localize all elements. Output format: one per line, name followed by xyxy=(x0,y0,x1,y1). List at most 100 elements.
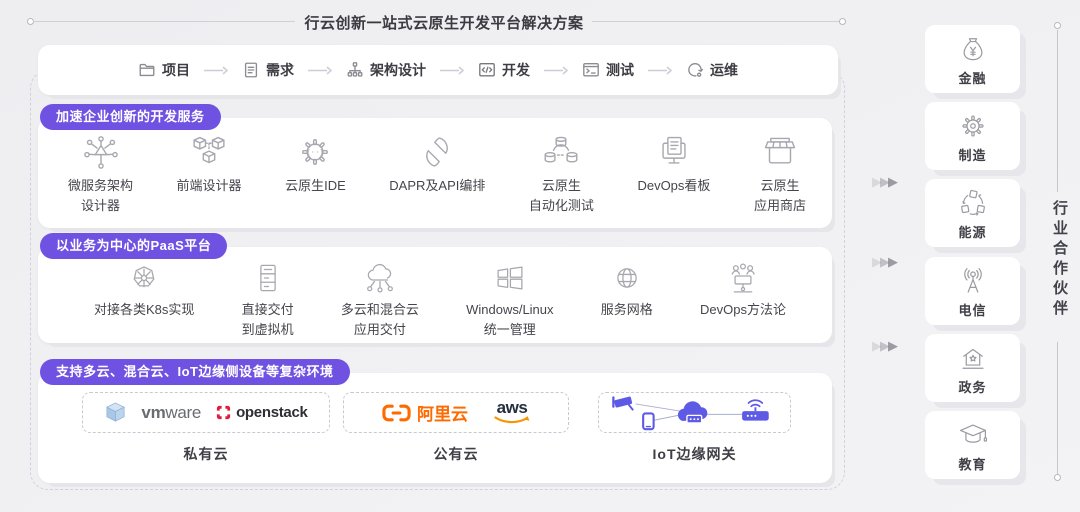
flow-arrows-icon: ▶▶▶ xyxy=(872,254,896,270)
line-end-dot xyxy=(1054,22,1061,29)
camera-icon xyxy=(612,396,632,409)
industry-card-energy: 能源 xyxy=(925,179,1020,247)
aws-logo: aws xyxy=(494,399,530,426)
workflow-step-label: 运维 xyxy=(710,60,738,80)
partner-line-top xyxy=(1057,30,1058,192)
env-label: IoT边缘网关 xyxy=(598,444,791,464)
workflow-step-architecture: 架构设计 xyxy=(346,60,426,80)
feature-frontend-designer: 前端设计器 xyxy=(177,131,242,196)
openstack-logo: openstack xyxy=(215,404,308,421)
feature-app-store: 云原生 应用商店 xyxy=(754,131,806,215)
team-board-icon xyxy=(724,259,762,297)
public-cloud-box: 阿里云 aws xyxy=(343,392,569,433)
feature-devops-methodology: DevOps方法论 xyxy=(700,259,786,320)
gear-code-icon: {··} xyxy=(294,131,336,173)
industry-card-manufacturing: 制造 xyxy=(925,102,1020,170)
cubes-icon xyxy=(188,131,230,173)
title-line-left xyxy=(33,21,295,22)
aws-swoosh-icon xyxy=(494,416,530,426)
cloud-nodes-icon xyxy=(361,259,399,297)
feature-devops-board: DevOps看板 xyxy=(637,131,710,196)
line-end-dot xyxy=(1054,474,1061,481)
feature-label: 微服务架构 设计器 xyxy=(68,176,133,215)
code-window-icon xyxy=(478,61,496,79)
workflow-step-label: 架构设计 xyxy=(370,60,426,80)
feature-cloud-native-ide: {··} 云原生IDE xyxy=(285,131,346,196)
feature-label: DevOps看板 xyxy=(637,176,710,196)
kanban-monitor-icon xyxy=(653,131,695,173)
folder-icon xyxy=(138,61,156,79)
partner-line-bottom xyxy=(1057,342,1058,474)
router-icon xyxy=(742,400,769,420)
phone-icon xyxy=(643,413,653,429)
antenna-icon xyxy=(956,264,990,298)
industry-label: 金融 xyxy=(958,68,986,87)
globe-icon xyxy=(608,259,646,297)
workflow-step-requirements: 需求 xyxy=(242,60,294,80)
k8s-wheel-icon xyxy=(125,259,163,297)
server-icon xyxy=(249,259,287,297)
aliyun-logo: 阿里云 xyxy=(382,400,468,425)
feature-label: 云原生 自动化测试 xyxy=(529,176,594,215)
feature-win-linux: Windows/Linux 统一管理 xyxy=(466,259,553,339)
section-card-dev-services: 微服务架构 设计器 前端设计器 {··} 云原生IDE DAPR及API编排 云… xyxy=(38,118,832,228)
storefront-icon xyxy=(759,131,801,173)
section-card-environments: vmware openstack 私有云 阿里云 aws 公有云 xyxy=(38,373,832,483)
feature-vm-delivery: 直接交付 到虚拟机 xyxy=(242,259,294,339)
private-cloud-box: vmware openstack xyxy=(82,392,330,433)
feature-k8s: 对接各类K8s实现 xyxy=(94,259,194,320)
vm-cube-icon xyxy=(104,401,127,424)
vmware-logo: vmware xyxy=(141,403,201,423)
industry-label: 能源 xyxy=(958,222,986,241)
industry-card-telecom: 电信 xyxy=(925,257,1020,325)
title-line-right xyxy=(592,21,840,22)
workflow-step-develop: 开发 xyxy=(478,60,530,80)
windows-icon xyxy=(491,259,529,297)
graduation-cap-icon xyxy=(956,418,990,452)
workflow-step-label: 项目 xyxy=(162,60,190,80)
feature-label: 直接交付 到虚拟机 xyxy=(242,300,294,339)
workflow-strip: 项目 需求 架构设计 开发 测试 运维 xyxy=(38,45,838,95)
industry-label: 制造 xyxy=(958,145,986,164)
arrow-right-icon xyxy=(647,66,673,75)
env-private-cloud: vmware openstack 私有云 xyxy=(82,392,330,464)
section-badge-dev-services: 加速企业创新的开发服务 xyxy=(40,104,221,130)
section-badge-environments: 支持多云、混合云、IoT边缘侧设备等复杂环境 xyxy=(40,359,350,385)
env-iot-gateway: IoT边缘网关 xyxy=(598,392,791,464)
env-label: 公有云 xyxy=(343,444,569,464)
arrow-right-icon xyxy=(307,66,333,75)
workflow-step-project: 项目 xyxy=(138,60,190,80)
cycle-icon xyxy=(686,61,704,79)
feature-label: 服务网格 xyxy=(601,300,653,320)
arrow-right-icon xyxy=(203,66,229,75)
feature-label: 云原生IDE xyxy=(285,176,346,196)
arrow-right-icon xyxy=(439,66,465,75)
industry-card-finance: 金融 xyxy=(925,25,1020,93)
database-cluster-icon xyxy=(540,131,582,173)
feature-label: Windows/Linux 统一管理 xyxy=(466,300,553,339)
aliyun-mark-icon xyxy=(382,403,411,423)
government-icon xyxy=(956,341,990,375)
terminal-icon xyxy=(582,61,600,79)
gear-icon xyxy=(956,109,990,143)
workflow-step-label: 开发 xyxy=(502,60,530,80)
section-card-paas: 对接各类K8s实现 直接交付 到虚拟机 多云和混合云 应用交付 Windows/… xyxy=(38,247,832,343)
arrow-right-icon xyxy=(543,66,569,75)
org-chart-icon xyxy=(346,61,364,79)
dapr-icon xyxy=(416,131,458,173)
iot-gateway-graphic xyxy=(607,394,783,431)
svg-text:{··}: {··} xyxy=(306,148,324,157)
recycle-icon xyxy=(956,186,990,220)
industry-label: 政务 xyxy=(958,377,986,396)
feature-microservice-designer: 微服务架构 设计器 xyxy=(68,131,133,215)
feature-label: DAPR及API编排 xyxy=(389,176,485,196)
env-label: 私有云 xyxy=(82,444,330,464)
flow-arrows-icon: ▶▶▶ xyxy=(872,174,896,190)
feature-label: 多云和混合云 应用交付 xyxy=(341,300,419,339)
openstack-mark-icon xyxy=(215,404,232,421)
section-badge-paas: 以业务为中心的PaaS平台 xyxy=(40,233,227,259)
flow-arrows-icon: ▶▶▶ xyxy=(872,338,896,354)
workflow-step-operations: 运维 xyxy=(686,60,738,80)
line-end-dot xyxy=(839,18,846,25)
industry-card-government: 政务 xyxy=(925,334,1020,402)
